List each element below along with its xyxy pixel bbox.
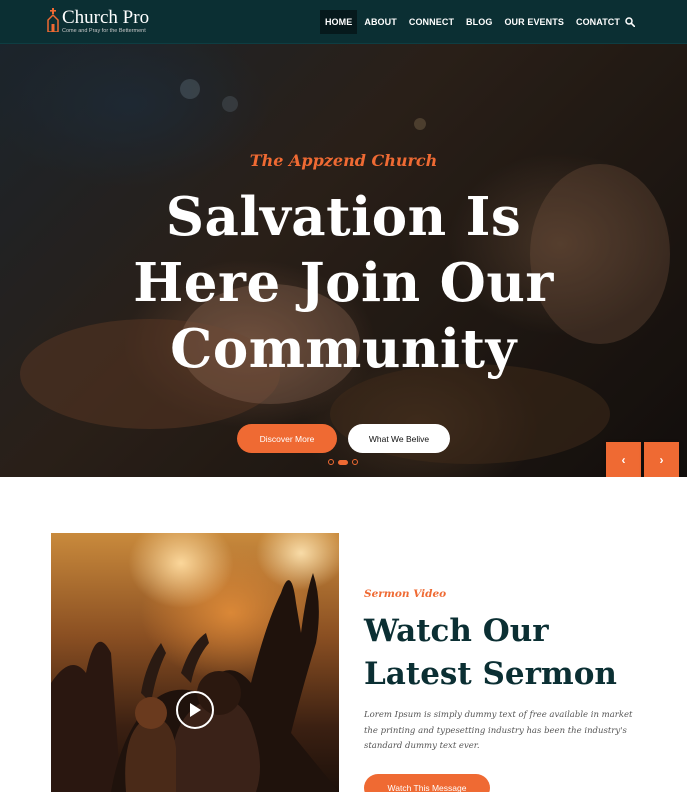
nav-item-contact[interactable]: CONATCT xyxy=(571,10,625,34)
slider-dot[interactable] xyxy=(328,459,334,465)
hero-title-line: Here Join Our xyxy=(133,252,554,314)
main-nav: HOME ABOUT CONNECT BLOG OUR EVENTS CONAT… xyxy=(319,10,635,34)
hero-title: Salvation Is Here Join Our Community xyxy=(100,184,587,382)
slider-prev-button[interactable]: ‹ xyxy=(606,442,641,477)
slider-next-button[interactable]: › xyxy=(644,442,679,477)
chevron-left-icon: ‹ xyxy=(621,452,626,467)
nav-item-home[interactable]: HOME xyxy=(319,10,358,34)
sermon-eyebrow: Sermon Video xyxy=(364,588,447,600)
discover-more-button[interactable]: Discover More xyxy=(237,424,337,453)
nav-item-our-events[interactable]: OUR EVENTS xyxy=(499,10,569,34)
site-logo[interactable]: Church Pro Come and Pray for the Betterm… xyxy=(46,8,176,38)
sermon-video-thumbnail[interactable] xyxy=(51,533,339,792)
slider-dot[interactable] xyxy=(352,459,358,465)
logo-name: Church Pro xyxy=(62,7,150,28)
sermon-description: Lorem Ipsum is simply dummy text of free… xyxy=(364,710,633,751)
sermon-title: Watch Our Latest Sermon xyxy=(364,610,664,696)
slider-dot-active[interactable] xyxy=(338,459,348,465)
chevron-right-icon: › xyxy=(659,452,664,467)
sermon-title-line: Latest Sermon xyxy=(364,656,617,692)
nav-item-blog[interactable]: BLOG xyxy=(461,10,497,34)
sermon-title-line: Watch Our xyxy=(364,613,549,649)
play-video-button[interactable] xyxy=(176,691,214,729)
hero-slider: The Appzend Church Salvation Is Here Joi… xyxy=(0,44,687,477)
logo-tagline: Come and Pray for the Betterment xyxy=(62,28,146,34)
search-icon[interactable] xyxy=(625,17,635,27)
watch-this-message-button[interactable]: Watch This Message xyxy=(364,774,490,792)
worship-crowd-image xyxy=(51,573,339,792)
church-logo-icon xyxy=(47,8,59,32)
slider-dots xyxy=(328,459,358,465)
nav-item-connect[interactable]: CONNECT xyxy=(404,10,459,34)
what-we-believe-button[interactable]: What We Belive xyxy=(348,424,450,453)
hero-title-line: Community xyxy=(170,318,517,380)
hero-eyebrow: The Appzend Church xyxy=(249,151,438,170)
site-header: Church Pro Come and Pray for the Betterm… xyxy=(0,0,687,44)
hero-title-line: Salvation Is xyxy=(165,186,522,248)
nav-item-about[interactable]: ABOUT xyxy=(359,10,402,34)
play-icon xyxy=(190,703,201,717)
